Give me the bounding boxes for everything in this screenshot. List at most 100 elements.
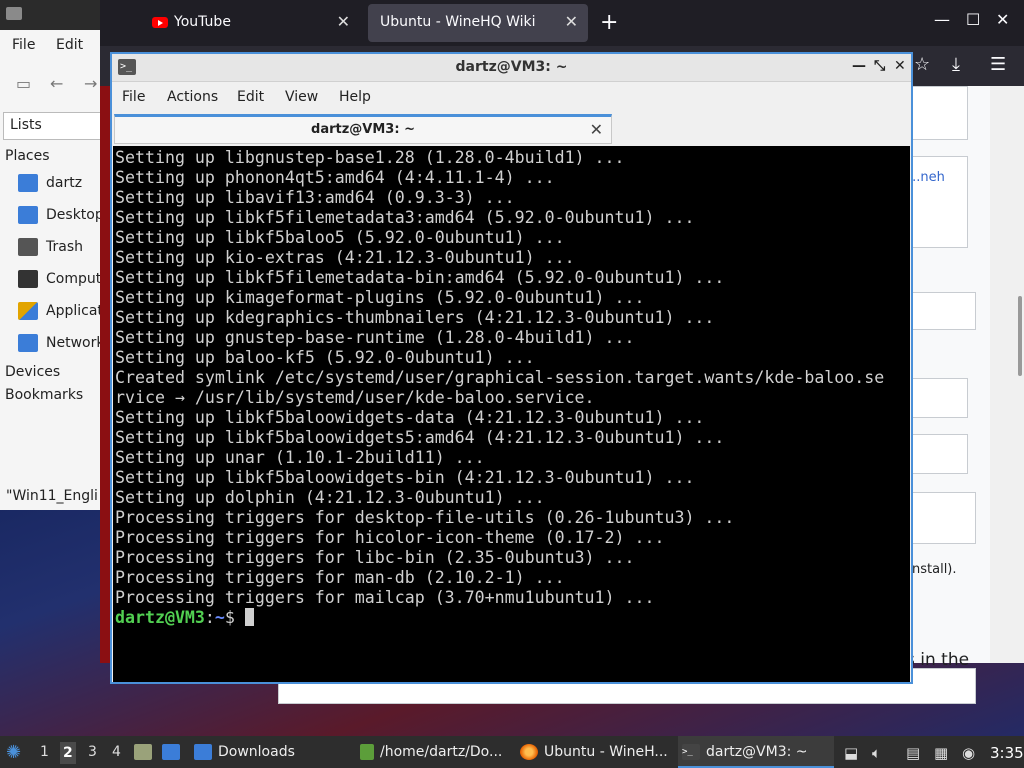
file-manager-menubar: File Edit xyxy=(0,30,103,60)
browser-tabbar: YouTube ✕ Ubuntu - WineHQ Wiki ✕ + — ☐ ✕ xyxy=(100,0,1024,46)
bookmarks-heading[interactable]: Bookmarks xyxy=(5,387,83,403)
close-icon[interactable]: ✕ xyxy=(996,10,1009,29)
terminal-line: Setting up libavif13:amd64 (0.9.3-3) ... xyxy=(115,188,515,207)
location-mode-selector[interactable]: Lists xyxy=(3,112,104,140)
new-window-icon[interactable]: ▭ xyxy=(16,74,31,93)
volume-icon[interactable]: 🔈︎ xyxy=(872,744,881,762)
terminal-line: Processing triggers for desktop-file-uti… xyxy=(115,508,735,527)
maximize-icon[interactable]: ☐ xyxy=(966,10,980,29)
minimize-icon[interactable]: — xyxy=(934,10,950,29)
menu-actions[interactable]: Actions xyxy=(167,89,218,105)
close-tab-icon[interactable]: ✕ xyxy=(590,120,603,139)
terminal-line: Setting up kimageformat-plugins (5.92.0-… xyxy=(115,288,645,307)
start-menu-icon[interactable]: ✺ xyxy=(6,736,21,768)
terminal-line: Setting up baloo-kf5 (5.92.0-0ubuntu1) .… xyxy=(115,348,535,367)
minimize-icon[interactable]: — xyxy=(852,58,866,74)
workspace-3[interactable]: 3 xyxy=(88,744,97,760)
menu-file[interactable]: File xyxy=(122,89,145,105)
taskbar: ✺ 1 2 3 4 Downloads /home/dartz/Do... Ub… xyxy=(0,736,1024,768)
tab-terminal[interactable]: dartz@VM3: ~ ✕ xyxy=(114,114,612,144)
file-manager-launcher[interactable] xyxy=(134,736,158,768)
folder-icon xyxy=(194,744,212,760)
task-label: Ubuntu - WineH... xyxy=(544,744,668,760)
terminal-window[interactable]: >_ dartz@VM3: ~ — ⤡ ✕ File Actions Edit … xyxy=(110,52,913,684)
file-manager-window[interactable]: File Edit ▭ ← → Lists Places dartz Deskt… xyxy=(0,30,108,510)
prompt-user: dartz@VM3 xyxy=(115,608,205,627)
terminal-line: Created symlink /etc/systemd/user/graphi… xyxy=(115,368,885,387)
menu-view[interactable]: View xyxy=(285,89,318,105)
prompt-symbol: $ xyxy=(224,608,245,627)
task-firefox[interactable]: Ubuntu - WineH... xyxy=(518,736,672,768)
task-terminal[interactable]: >_ dartz@VM3: ~ xyxy=(678,736,834,768)
terminal-prompt[interactable]: dartz@VM3:~$ xyxy=(115,608,910,628)
task-downloads[interactable]: Downloads xyxy=(192,736,352,768)
network-icon[interactable]: ▦ xyxy=(934,744,948,762)
place-label: Desktop xyxy=(46,207,104,223)
close-tab-icon[interactable]: ✕ xyxy=(565,12,578,31)
tab-youtube[interactable]: YouTube ✕ xyxy=(140,4,360,42)
desktop-icon xyxy=(162,744,180,760)
place-item-computer[interactable]: Computer xyxy=(18,270,108,296)
place-item-applications[interactable]: Applications xyxy=(18,302,108,328)
terminal-titlebar[interactable]: >_ dartz@VM3: ~ — ⤡ ✕ xyxy=(112,54,911,82)
place-item-network[interactable]: Network xyxy=(18,334,108,360)
prompt-path: ~ xyxy=(214,608,225,627)
archive-icon xyxy=(360,744,374,760)
terminal-line: Setting up libkf5filemetadata-bin:amd64 … xyxy=(115,268,725,287)
link-fragment[interactable]: ...neh xyxy=(908,170,945,185)
computer-icon xyxy=(18,270,38,288)
menu-edit[interactable]: Edit xyxy=(56,37,83,53)
devices-heading[interactable]: Devices xyxy=(5,364,60,380)
menu-icon[interactable]: ☰ xyxy=(990,54,1006,75)
tab-winehq[interactable]: Ubuntu - WineHQ Wiki ✕ xyxy=(368,4,588,42)
workspace-2[interactable]: 2 xyxy=(60,742,76,764)
place-label: Computer xyxy=(46,271,108,287)
back-arrow-icon[interactable]: ← xyxy=(50,74,63,93)
forward-arrow-icon[interactable]: → xyxy=(84,74,97,93)
text-cursor xyxy=(244,608,254,626)
place-label: Trash xyxy=(46,239,83,255)
home-folder-icon xyxy=(18,174,38,192)
terminal-line: Setting up kio-extras (4:21.12.3-0ubuntu… xyxy=(115,248,575,267)
paragraph-fragment: s in the xyxy=(906,650,970,670)
desktop-folder-icon xyxy=(18,206,38,224)
place-item-desktop[interactable]: Desktop xyxy=(18,206,108,232)
place-item-trash[interactable]: Trash xyxy=(18,238,108,264)
terminal-menubar: File Actions Edit View Help xyxy=(112,82,911,112)
terminal-screen[interactable]: Setting up libgnustep-base1.28 (1.28.0-4… xyxy=(113,146,910,682)
terminal-line: Setting up unar (1.10.1-2build11) ... xyxy=(115,448,485,467)
window-title: dartz@VM3: ~ xyxy=(455,59,568,75)
menu-file[interactable]: File xyxy=(12,37,35,53)
prompt-separator: : xyxy=(204,608,215,627)
task-archive[interactable]: /home/dartz/Do... xyxy=(358,736,514,768)
network-icon xyxy=(18,334,38,352)
terminal-tabrow: dartz@VM3: ~ ✕ xyxy=(112,112,911,144)
menu-help[interactable]: Help xyxy=(339,89,371,105)
terminal-line: Setting up phonon4qt5:amd64 (4:4.11.1-4)… xyxy=(115,168,555,187)
workspace-1[interactable]: 1 xyxy=(40,744,49,760)
task-label: /home/dartz/Do... xyxy=(380,744,503,760)
terminal-line: Processing triggers for mailcap (3.70+nm… xyxy=(115,588,655,607)
new-tab-button[interactable]: + xyxy=(600,10,618,35)
scrollbar-thumb[interactable] xyxy=(1018,296,1022,376)
terminal-line: Processing triggers for man-db (2.10.2-1… xyxy=(115,568,565,587)
close-icon[interactable]: ✕ xyxy=(894,58,906,74)
close-tab-icon[interactable]: ✕ xyxy=(337,12,350,31)
workspace-4[interactable]: 4 xyxy=(112,744,121,760)
notifications-icon[interactable]: ◉ xyxy=(962,744,975,762)
terminal-line: Setting up libgnustep-base1.28 (1.28.0-4… xyxy=(115,148,625,167)
clock[interactable]: 3:35 xyxy=(990,744,1024,762)
tab-label: YouTube xyxy=(174,14,231,30)
page-scrollbar[interactable] xyxy=(990,86,1024,663)
restore-icon[interactable]: ⤡ xyxy=(874,58,885,74)
updates-icon[interactable]: ⬓ xyxy=(844,744,858,762)
terminal-line: Setting up dolphin (4:21.12.3-0ubuntu1) … xyxy=(115,488,545,507)
place-item-home[interactable]: dartz xyxy=(18,174,108,200)
clipboard-icon[interactable]: ▤ xyxy=(906,744,920,762)
bookmark-star-icon[interactable]: ☆ xyxy=(914,54,930,75)
terminal-line: rvice → /usr/lib/systemd/user/kde-baloo.… xyxy=(115,388,595,407)
menu-edit[interactable]: Edit xyxy=(237,89,264,105)
terminal-line: Processing triggers for libc-bin (2.35-0… xyxy=(115,548,635,567)
downloads-icon[interactable]: ⤓ xyxy=(952,54,960,75)
show-desktop-launcher[interactable] xyxy=(162,736,186,768)
